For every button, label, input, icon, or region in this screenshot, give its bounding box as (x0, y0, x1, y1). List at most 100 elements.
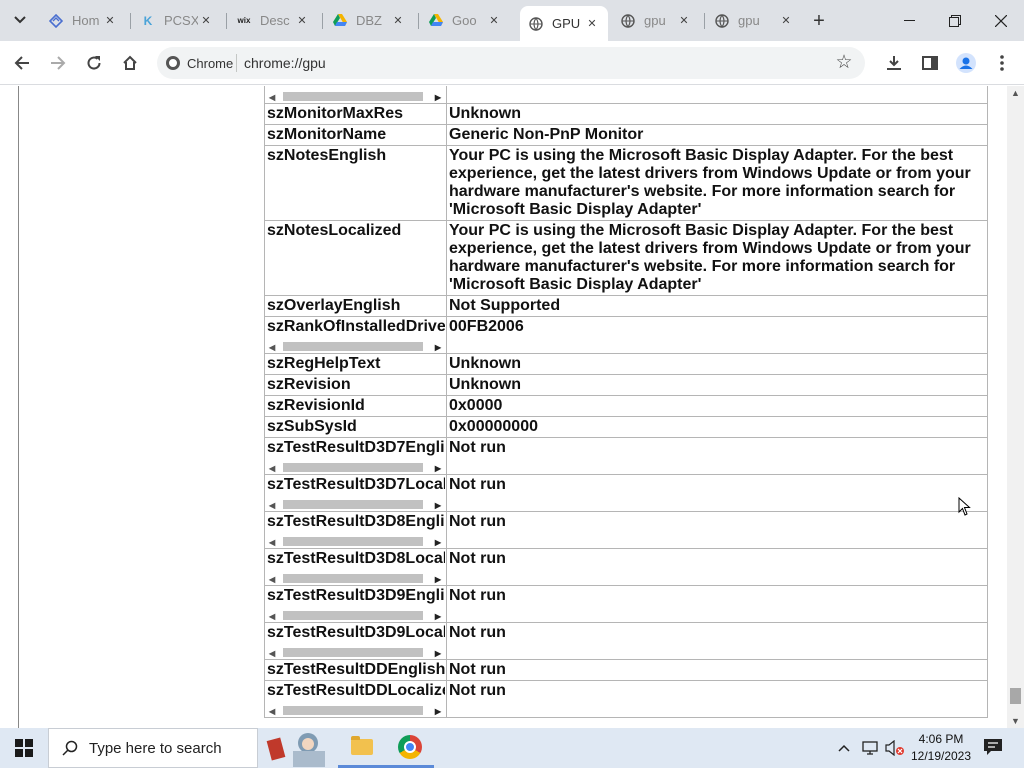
table-row: szTestResultD3D8English ◀ ▶ Not run (264, 511, 988, 549)
scroll-right-arrow-icon[interactable]: ▶ (435, 645, 441, 659)
system-clock[interactable]: 4:06 PM 12/19/2023 (905, 731, 977, 765)
show-hidden-icons-chevron-icon[interactable] (838, 728, 850, 768)
page-vertical-scrollbar[interactable]: ▲ ▼ (1007, 86, 1024, 728)
row-key: szMonitorMaxRes (267, 105, 404, 122)
scroll-left-arrow-icon[interactable]: ◀ (269, 645, 275, 659)
bookmark-star-icon[interactable]: ☆ (832, 50, 856, 74)
scroll-right-arrow-icon[interactable]: ▶ (435, 703, 441, 717)
scroll-right-arrow-icon[interactable]: ▶ (435, 460, 441, 474)
browser-tab[interactable]: DBZ ✕ (324, 6, 414, 35)
restore-button[interactable] (932, 0, 978, 41)
volume-muted-icon[interactable] (885, 728, 905, 768)
row-value: Not Supported (446, 295, 988, 317)
home-icon[interactable] (116, 49, 144, 77)
site-info-chip[interactable]: Chrome (166, 53, 233, 73)
reload-icon[interactable] (80, 49, 108, 77)
cell-horizontal-scrollbar[interactable]: ◀ ▶ (267, 607, 445, 621)
cell-horizontal-scrollbar[interactable]: ◀ ▶ (267, 570, 445, 584)
new-tab-button[interactable]: + (806, 8, 832, 34)
close-window-button[interactable] (978, 0, 1024, 41)
row-key-cell: szRegHelpText (264, 353, 447, 375)
scroll-thumb[interactable] (1010, 688, 1021, 704)
scroll-left-arrow-icon[interactable]: ◀ (269, 571, 275, 585)
tab-close-icon[interactable]: ✕ (294, 14, 310, 27)
cell-horizontal-scrollbar[interactable]: ◀ ▶ (267, 338, 445, 352)
scroll-thumb[interactable] (283, 92, 423, 101)
scroll-left-arrow-icon[interactable]: ◀ (269, 497, 275, 511)
side-panel-icon[interactable] (916, 49, 944, 77)
site-info-label: Chrome (187, 55, 234, 71)
scroll-right-arrow-icon[interactable]: ▶ (435, 339, 441, 353)
scroll-left-arrow-icon[interactable]: ◀ (269, 534, 275, 548)
scroll-thumb[interactable] (283, 463, 423, 472)
cell-horizontal-scrollbar[interactable]: ◀ ▶ (267, 702, 445, 716)
scroll-thumb[interactable] (283, 574, 423, 583)
globe-icon (620, 13, 636, 29)
scroll-left-arrow-icon[interactable]: ◀ (269, 460, 275, 474)
browser-tab[interactable]: wix Desc ✕ (228, 6, 318, 35)
search-highlight-image[interactable] (258, 728, 338, 768)
row-key-cell: szRankOfInstalledDriver ◀ ▶ (264, 316, 447, 354)
row-value: 00FB2006 (446, 316, 988, 354)
cell-horizontal-scrollbar[interactable]: ◀ ▶ (267, 88, 445, 102)
scroll-right-arrow-icon[interactable]: ▶ (435, 497, 441, 511)
scroll-down-arrow-icon[interactable]: ▼ (1007, 716, 1024, 726)
tab-close-icon[interactable]: ✕ (676, 14, 692, 27)
scroll-thumb[interactable] (283, 648, 423, 657)
file-explorer-taskbar-button[interactable] (338, 728, 386, 768)
download-icon[interactable] (880, 49, 908, 77)
network-icon[interactable] (862, 728, 880, 768)
profile-avatar-icon[interactable] (952, 49, 980, 77)
cell-horizontal-scrollbar[interactable]: ◀ ▶ (267, 459, 445, 473)
scroll-up-arrow-icon[interactable]: ▲ (1007, 88, 1024, 98)
forward-arrow-icon[interactable] (44, 49, 72, 77)
kebab-menu-icon[interactable] (988, 49, 1016, 77)
tab-close-icon[interactable]: ✕ (102, 14, 118, 27)
scroll-right-arrow-icon[interactable]: ▶ (435, 608, 441, 622)
browser-tab[interactable]: Hom ✕ (40, 6, 126, 35)
row-value: Unknown (446, 353, 988, 375)
tab-close-icon[interactable]: ✕ (486, 14, 502, 27)
notification-center-icon[interactable] (983, 738, 1003, 758)
browser-tab[interactable]: gpu ✕ (706, 6, 802, 35)
cell-horizontal-scrollbar[interactable]: ◀ ▶ (267, 644, 445, 658)
cell-horizontal-scrollbar[interactable]: ◀ ▶ (267, 533, 445, 547)
scroll-thumb[interactable] (283, 706, 423, 715)
scroll-left-arrow-icon[interactable]: ◀ (269, 608, 275, 622)
minimize-button[interactable] (886, 0, 932, 41)
row-key-cell: szTestResultDDEnglish (264, 659, 447, 681)
row-value: Your PC is using the Microsoft Basic Dis… (446, 220, 988, 296)
table-row: szRankOfInstalledDriver ◀ ▶ 00FB2006 (264, 316, 988, 354)
globe-icon (528, 16, 544, 32)
browser-tab[interactable]: gpu ✕ (612, 6, 700, 35)
taskbar-search-box[interactable]: Type here to search (48, 728, 258, 768)
scroll-thumb[interactable] (283, 537, 423, 546)
tab-search-chevron-icon[interactable] (6, 6, 34, 34)
tab-strip: Hom ✕ K PCSX ✕ wix Desc ✕ DBZ ✕ Goo ✕ GPU ✕ gpu ✕ gpu ✕ + (0, 0, 1024, 41)
scroll-right-arrow-icon[interactable]: ▶ (435, 571, 441, 585)
cell-horizontal-scrollbar[interactable]: ◀ ▶ (267, 496, 445, 510)
tab-close-icon[interactable]: ✕ (390, 14, 406, 27)
scroll-left-arrow-icon[interactable]: ◀ (269, 339, 275, 353)
start-button[interactable] (0, 728, 48, 768)
row-key: szRevisionId (267, 397, 365, 414)
scroll-thumb[interactable] (283, 611, 423, 620)
url-text[interactable]: chrome://gpu (244, 53, 326, 73)
row-key: szTestResultD3D7English (267, 439, 445, 456)
scroll-left-arrow-icon[interactable]: ◀ (269, 703, 275, 717)
tab-title: Goo (452, 13, 477, 28)
tab-close-icon[interactable]: ✕ (198, 14, 214, 27)
tab-close-icon[interactable]: ✕ (778, 14, 794, 27)
browser-tab[interactable]: K PCSX ✕ (132, 6, 222, 35)
chrome-taskbar-button[interactable] (386, 728, 434, 768)
scroll-right-arrow-icon[interactable]: ▶ (435, 89, 441, 103)
scroll-thumb[interactable] (283, 342, 423, 351)
back-arrow-icon[interactable] (8, 49, 36, 77)
tab-close-icon[interactable]: ✕ (584, 17, 600, 30)
scroll-thumb[interactable] (283, 500, 423, 509)
browser-tab[interactable]: GPU ✕ (520, 6, 608, 41)
table-row: szTestResultDDEnglish Not run (264, 659, 988, 681)
browser-tab[interactable]: Goo ✕ (420, 6, 510, 35)
scroll-right-arrow-icon[interactable]: ▶ (435, 534, 441, 548)
scroll-left-arrow-icon[interactable]: ◀ (269, 89, 275, 103)
